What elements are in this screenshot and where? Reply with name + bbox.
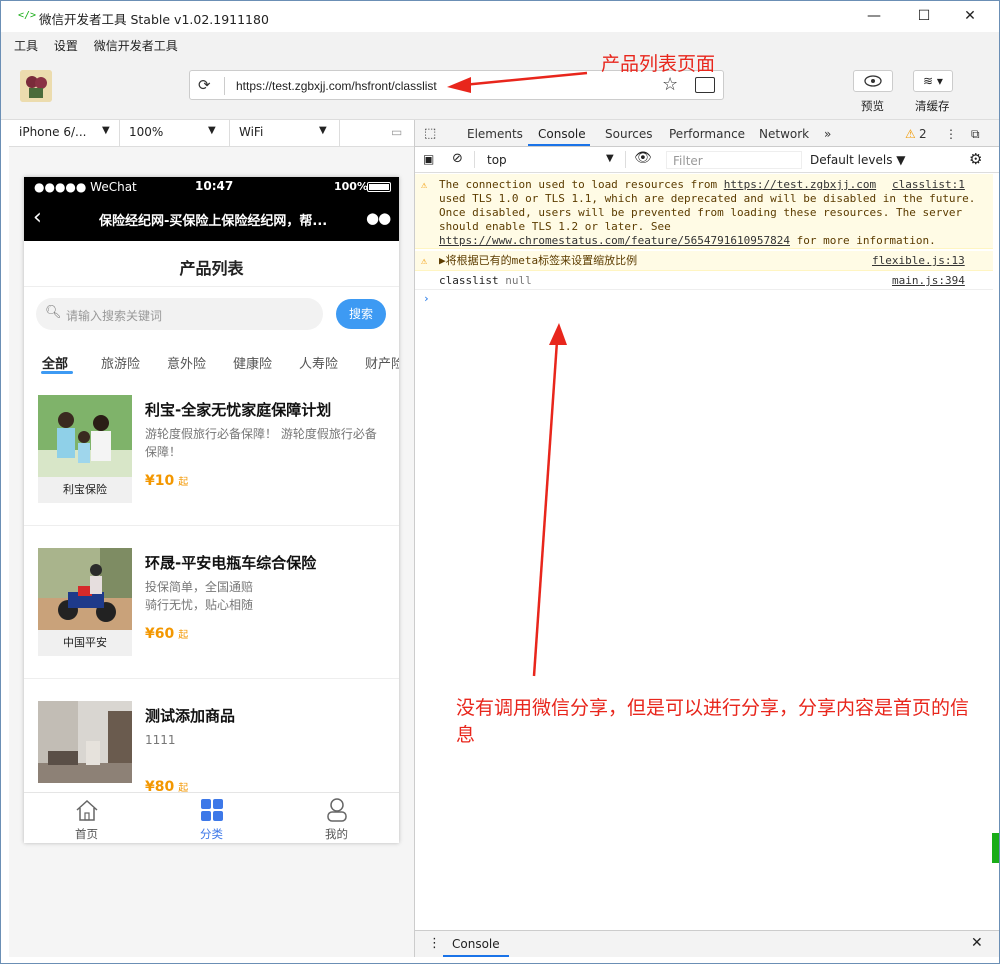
arrow-to-console bbox=[532, 323, 567, 677]
annotation-arrows bbox=[447, 71, 588, 677]
devtools-window: </> 微信开发者工具 Stable v1.02.1911180 — ☐ ✕ 工… bbox=[0, 0, 1000, 964]
arrow-to-url bbox=[447, 71, 588, 93]
background-window-edge bbox=[992, 833, 999, 863]
